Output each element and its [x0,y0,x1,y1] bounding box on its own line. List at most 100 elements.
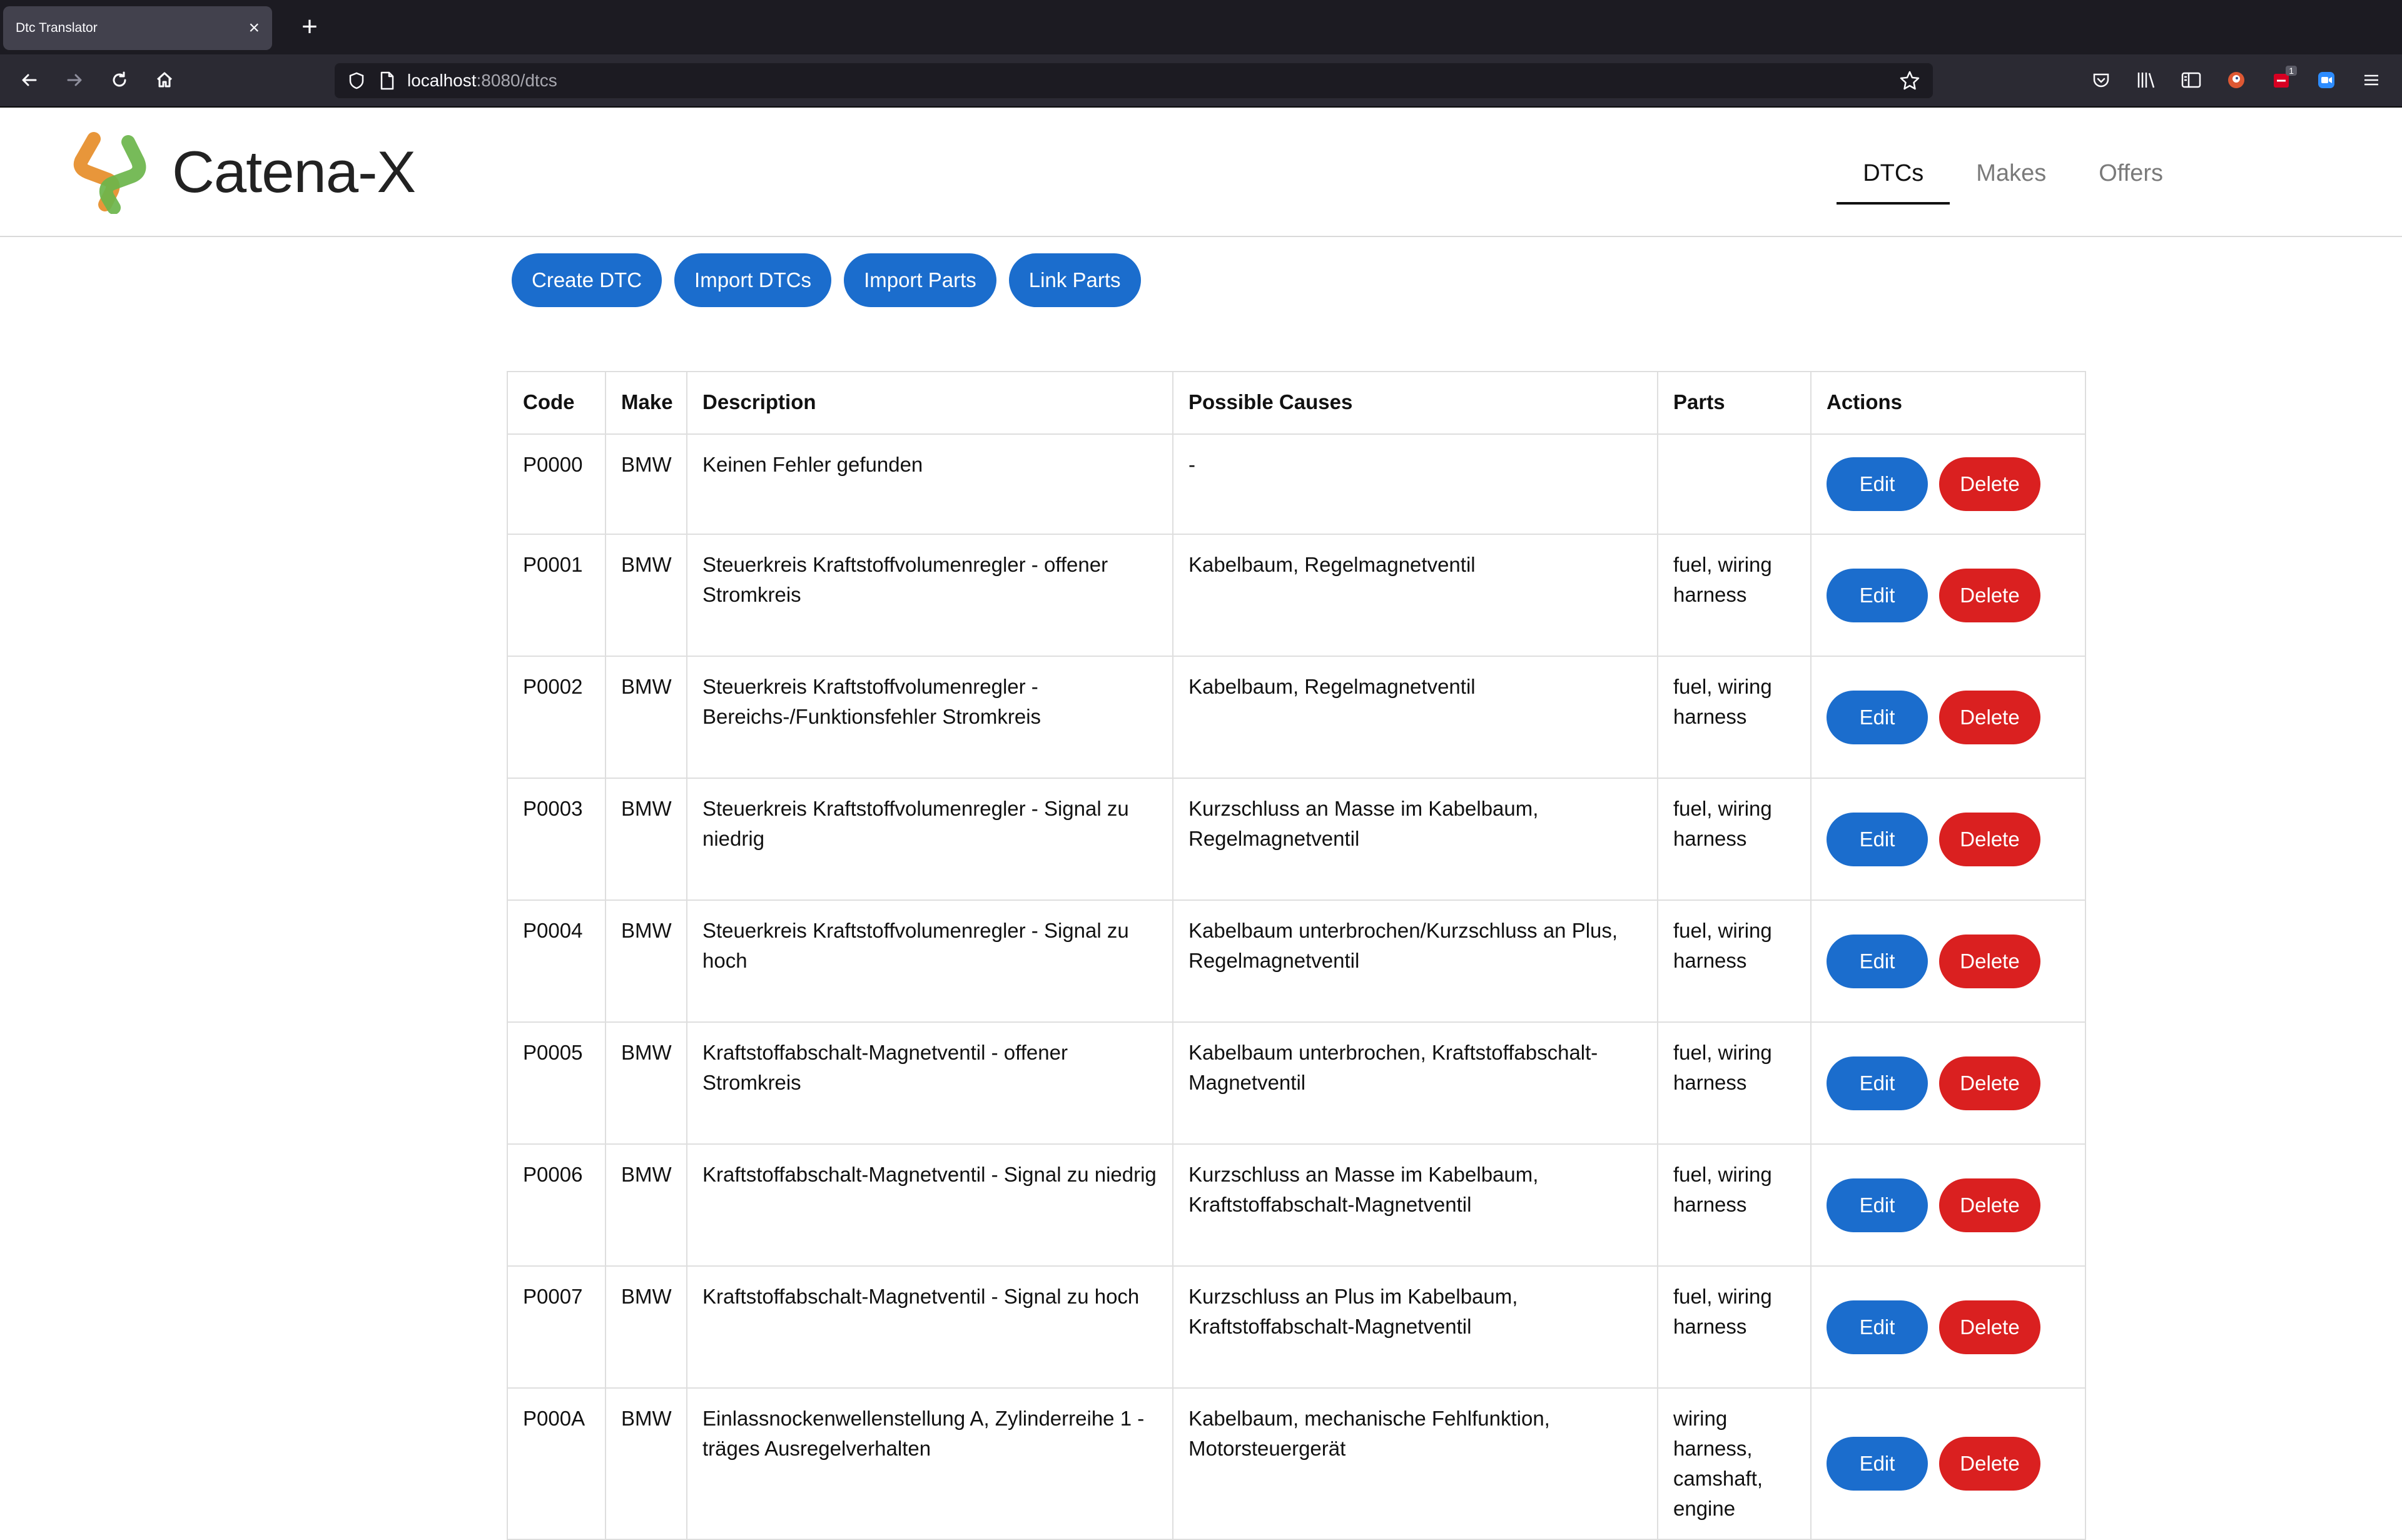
extension-badge-icon[interactable]: 1 [2266,64,2297,96]
url-text[interactable]: localhost:8080/dtcs [407,71,1899,91]
extension-badge-count: 1 [2286,66,2297,76]
table-row: P0007 BMW Kraftstoffabschalt-Magnetventil … [507,1265,2086,1389]
shield-icon[interactable] [347,71,366,90]
cell-code: P0001 [507,534,606,657]
bookmark-star-icon[interactable] [1899,70,1920,91]
delete-button[interactable]: Delete [1939,1178,2040,1232]
cell-make: BMW [605,1143,687,1267]
cell-code: P0003 [507,778,606,901]
cell-make: BMW [605,1265,687,1389]
cell-make: BMW [605,433,687,535]
address-bar[interactable]: localhost:8080/dtcs [335,63,1933,98]
delete-button[interactable]: Delete [1939,1056,2040,1110]
url-host: localhost [407,71,477,90]
menu-hamburger-icon[interactable] [2356,64,2387,96]
cell-possible-causes: Kabelbaum, Regelmagnetventil [1172,534,1658,657]
forward-arrow-icon[interactable] [59,64,90,96]
edit-button[interactable]: Edit [1827,457,1928,511]
cell-actions: Edit Delete [1810,656,2086,779]
cell-possible-causes: Kabelbaum unterbrochen, Kraftstoffabscha… [1172,1021,1658,1145]
column-header-make: Make [605,371,687,435]
cell-description: Steuerkreis Kraftstoffvolumenregler - of… [686,534,1173,657]
nav-tab-dtcs[interactable]: DTCs [1837,142,1950,205]
cell-possible-causes: Kurzschluss an Masse im Kabelbaum, Regel… [1172,778,1658,901]
table-row: P0004 BMW Steuerkreis Kraftstoffvolumenreg… [507,899,2086,1023]
column-header-code: Code [507,371,606,435]
delete-button[interactable]: Delete [1939,568,2040,622]
cell-parts: wiring harness, camshaft, engine [1657,1387,1812,1540]
cell-actions: Edit Delete [1810,899,2086,1023]
catena-x-logo[interactable]: Catena-X [69,129,416,214]
cell-code: P0006 [507,1143,606,1267]
pocket-icon[interactable] [2085,64,2117,96]
import-parts-button[interactable]: Import Parts [844,253,996,307]
cell-make: BMW [605,1021,687,1145]
duckduckgo-extension-icon[interactable] [2221,64,2252,96]
cell-actions: Edit Delete [1810,534,2086,657]
delete-button[interactable]: Delete [1939,1437,2040,1491]
nav-tab-makes[interactable]: Makes [1950,142,2072,205]
cell-description: Steuerkreis Kraftstoffvolumenregler - Be… [686,656,1173,779]
cell-code: P0000 [507,433,606,535]
import-dtcs-button[interactable]: Import DTCs [674,253,832,307]
back-arrow-icon[interactable] [14,64,45,96]
edit-button[interactable]: Edit [1827,1300,1928,1354]
row-actions: Edit Delete [1827,934,2070,988]
delete-button[interactable]: Delete [1939,457,2040,511]
cell-parts: fuel, wiring harness [1657,1265,1812,1389]
new-tab-button[interactable]: + [294,11,325,43]
reload-icon[interactable] [104,64,135,96]
cell-make: BMW [605,778,687,901]
cell-code: P0004 [507,899,606,1023]
edit-button[interactable]: Edit [1827,812,1928,866]
delete-button[interactable]: Delete [1939,1300,2040,1354]
column-header-description: Description [686,371,1173,435]
browser-tab-active[interactable]: Dtc Translator × [3,6,272,50]
library-icon[interactable] [2131,64,2162,96]
nav-tab-offers[interactable]: Offers [2072,142,2189,205]
delete-button[interactable]: Delete [1939,812,2040,866]
cell-make: BMW [605,656,687,779]
zoom-extension-icon[interactable] [2311,64,2342,96]
close-tab-icon[interactable]: × [248,19,260,38]
table-row: P0000 BMW Keinen Fehler gefunden - Edit Delet… [507,433,2086,535]
cell-description: Einlassnockenwellenstellung A, Zylinderr… [686,1387,1173,1540]
row-actions: Edit Delete [1827,1300,2070,1354]
column-header-parts: Parts [1657,371,1812,435]
page-info-icon[interactable] [380,71,395,90]
home-icon[interactable] [149,64,180,96]
edit-button[interactable]: Edit [1827,690,1928,744]
cell-possible-causes: - [1172,433,1658,535]
cell-description: Kraftstoffabschalt-Magnetventil - Signal… [686,1265,1173,1389]
edit-button[interactable]: Edit [1827,1437,1928,1491]
delete-button[interactable]: Delete [1939,934,2040,988]
catena-x-logo-icon [73,132,146,214]
create-dtc-button[interactable]: Create DTC [512,253,662,307]
cell-parts: fuel, wiring harness [1657,656,1812,779]
table-row: P0005 BMW Kraftstoffabschalt-Magnetventil … [507,1021,2086,1145]
app-header: Catena-X DTCs Makes Offers [0,108,2402,237]
edit-button[interactable]: Edit [1827,1178,1928,1232]
column-header-actions: Actions [1810,371,2086,435]
cell-possible-causes: Kabelbaum, mechanische Fehlfunktion, Mot… [1172,1387,1658,1540]
cell-possible-causes: Kabelbaum, Regelmagnetventil [1172,656,1658,779]
sidebar-icon[interactable] [2176,64,2207,96]
row-actions: Edit Delete [1827,1178,2070,1232]
cell-make: BMW [605,1387,687,1540]
cell-make: BMW [605,899,687,1023]
edit-button[interactable]: Edit [1827,568,1928,622]
cell-description: Keinen Fehler gefunden [686,433,1173,535]
delete-button[interactable]: Delete [1939,690,2040,744]
column-header-possible-causes: Possible Causes [1172,371,1658,435]
cell-code: P0005 [507,1021,606,1145]
cell-possible-causes: Kurzschluss an Masse im Kabelbaum, Kraft… [1172,1143,1658,1267]
edit-button[interactable]: Edit [1827,934,1928,988]
cell-actions: Edit Delete [1810,1265,2086,1389]
table-header-row: Code Make Description Possible Causes Pa… [507,371,2086,435]
edit-button[interactable]: Edit [1827,1056,1928,1110]
cell-description: Kraftstoffabschalt-Magnetventil - offene… [686,1021,1173,1145]
row-actions: Edit Delete [1827,568,2070,622]
row-actions: Edit Delete [1827,1056,2070,1110]
cell-parts: fuel, wiring harness [1657,899,1812,1023]
link-parts-button[interactable]: Link Parts [1008,253,1141,307]
